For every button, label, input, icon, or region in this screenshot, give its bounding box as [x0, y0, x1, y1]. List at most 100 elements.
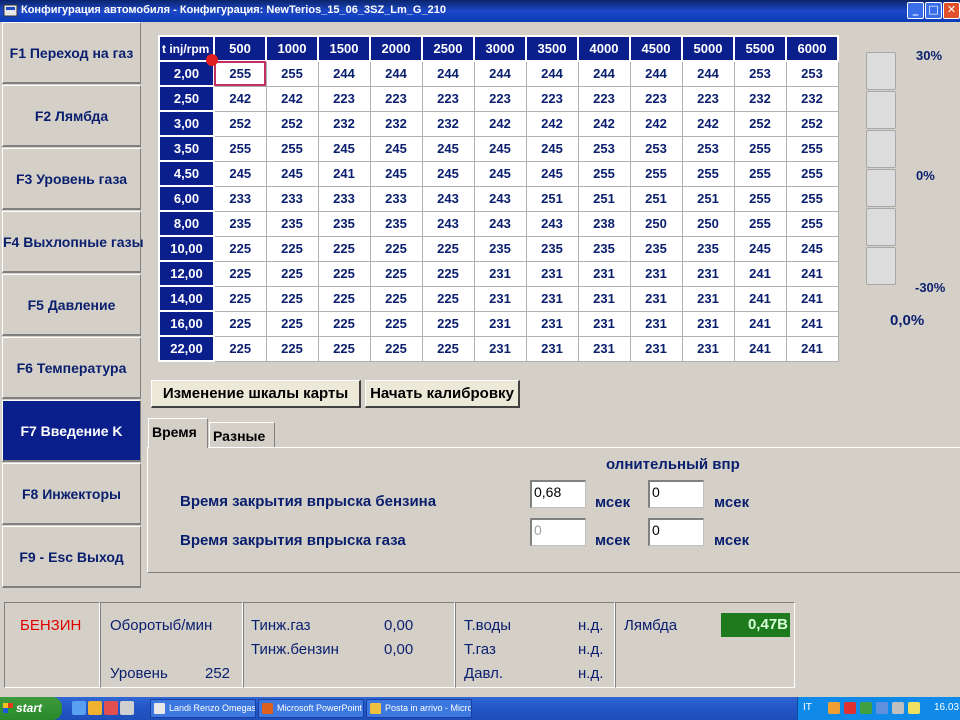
window-titlebar[interactable]: Конфигурация автомобиля - Конфигурация: … — [0, 0, 960, 22]
map-cell[interactable]: 231 — [629, 310, 683, 337]
map-cell[interactable]: 225 — [265, 285, 319, 312]
tab-misc[interactable]: Разные — [209, 422, 275, 450]
map-cell[interactable]: 244 — [681, 60, 735, 87]
map-cell[interactable]: 244 — [421, 60, 475, 87]
map-cell[interactable]: 245 — [525, 135, 579, 162]
map-cell[interactable]: 231 — [577, 285, 631, 312]
map-cell[interactable]: 252 — [265, 110, 319, 137]
map-row-header[interactable]: 2,50 — [158, 85, 215, 112]
folder-quicklaunch-icon[interactable] — [88, 701, 102, 715]
map-cell[interactable]: 243 — [421, 210, 475, 237]
map-cell[interactable]: 231 — [473, 310, 527, 337]
map-cell[interactable]: 255 — [577, 160, 631, 187]
map-column-header[interactable]: 4500 — [629, 35, 683, 62]
map-cell[interactable]: 235 — [369, 210, 423, 237]
sidebar-item-f9[interactable]: F9 - Esc Выход — [2, 526, 141, 588]
map-cell[interactable]: 235 — [681, 235, 735, 262]
map-cell[interactable]: 241 — [733, 260, 787, 287]
map-cell[interactable]: 225 — [265, 235, 319, 262]
map-cell[interactable]: 223 — [577, 85, 631, 112]
map-column-header[interactable]: 3500 — [525, 35, 579, 62]
tray-security-icon[interactable] — [908, 702, 920, 714]
tray-app-icon[interactable] — [828, 702, 840, 714]
map-row-header[interactable]: 22,00 — [158, 335, 215, 362]
map-row-header[interactable]: 10,00 — [158, 235, 215, 262]
map-cell[interactable]: 244 — [473, 60, 527, 87]
map-cell[interactable]: 255 — [213, 135, 267, 162]
map-cell[interactable]: 244 — [317, 60, 371, 87]
map-cell[interactable]: 252 — [733, 110, 787, 137]
map-cell[interactable]: 242 — [265, 85, 319, 112]
change-map-scale-button[interactable]: Изменение шкалы карты — [151, 380, 361, 408]
map-cell[interactable]: 245 — [265, 160, 319, 187]
map-cell[interactable]: 231 — [577, 260, 631, 287]
map-cell[interactable]: 241 — [733, 335, 787, 362]
map-cell[interactable]: 250 — [629, 210, 683, 237]
map-cell[interactable]: 225 — [421, 335, 475, 362]
map-cell[interactable]: 255 — [629, 160, 683, 187]
map-cell[interactable]: 245 — [785, 235, 839, 262]
sidebar-item-f5[interactable]: F5 Давление — [2, 274, 141, 336]
map-cell[interactable]: 245 — [473, 160, 527, 187]
sidebar-item-f2[interactable]: F2 Лямбда — [2, 85, 141, 147]
map-cell[interactable]: 251 — [681, 185, 735, 212]
sidebar-item-f4[interactable]: F4 Выхлопные газы — [2, 211, 144, 273]
map-cell[interactable]: 251 — [629, 185, 683, 212]
map-cell[interactable]: 231 — [681, 260, 735, 287]
map-cell[interactable]: 242 — [629, 110, 683, 137]
map-cell[interactable]: 242 — [213, 85, 267, 112]
map-cell[interactable]: 241 — [785, 310, 839, 337]
map-cell[interactable]: 223 — [473, 85, 527, 112]
map-cell[interactable]: 245 — [525, 160, 579, 187]
map-cell[interactable]: 223 — [369, 85, 423, 112]
tab-time[interactable]: Время — [148, 418, 208, 448]
tray-network-icon[interactable] — [860, 702, 872, 714]
map-cell[interactable]: 242 — [577, 110, 631, 137]
map-cell[interactable]: 243 — [473, 210, 527, 237]
map-cell[interactable]: 225 — [421, 310, 475, 337]
sidebar-item-f7[interactable]: F7 Введение K — [2, 400, 141, 462]
map-cell[interactable]: 223 — [681, 85, 735, 112]
map-cell[interactable]: 223 — [421, 85, 475, 112]
map-cell[interactable]: 231 — [473, 285, 527, 312]
map-row-header[interactable]: 12,00 — [158, 260, 215, 287]
sidebar-item-f6[interactable]: F6 Температура — [2, 337, 141, 399]
map-column-header[interactable]: 6000 — [785, 35, 839, 62]
map-cell[interactable]: 242 — [473, 110, 527, 137]
map-cell[interactable]: 231 — [473, 335, 527, 362]
map-cell[interactable]: 253 — [629, 135, 683, 162]
map-cell[interactable]: 255 — [785, 135, 839, 162]
start-button[interactable]: start — [0, 697, 62, 720]
map-cell[interactable]: 251 — [577, 185, 631, 212]
map-cell[interactable]: 245 — [369, 135, 423, 162]
map-cell[interactable]: 231 — [525, 260, 579, 287]
map-cell[interactable]: 252 — [213, 110, 267, 137]
map-cell[interactable]: 235 — [629, 235, 683, 262]
map-cell[interactable]: 244 — [629, 60, 683, 87]
map-cell[interactable]: 225 — [317, 235, 371, 262]
map-cell[interactable]: 255 — [265, 60, 319, 87]
sidebar-item-f1[interactable]: F1 Переход на газ — [2, 22, 141, 84]
map-cell[interactable]: 255 — [733, 160, 787, 187]
map-cell[interactable]: 232 — [317, 110, 371, 137]
map-cell[interactable]: 245 — [473, 135, 527, 162]
map-cell[interactable]: 225 — [317, 260, 371, 287]
map-cell[interactable]: 245 — [213, 160, 267, 187]
map-cell[interactable]: 225 — [317, 285, 371, 312]
map-cell[interactable]: 225 — [213, 310, 267, 337]
map-cell[interactable]: 223 — [317, 85, 371, 112]
map-cell[interactable]: 245 — [733, 235, 787, 262]
taskbar-item-landi[interactable]: Landi Renzo Omegas — [150, 699, 256, 718]
map-cell[interactable]: 231 — [629, 335, 683, 362]
map-cell[interactable]: 232 — [421, 110, 475, 137]
map-cell[interactable]: 238 — [577, 210, 631, 237]
tray-device-icon[interactable] — [892, 702, 904, 714]
map-cell[interactable]: 225 — [421, 260, 475, 287]
map-cell[interactable]: 225 — [369, 260, 423, 287]
map-cell[interactable]: 235 — [473, 235, 527, 262]
map-cell[interactable]: 241 — [785, 335, 839, 362]
map-cell[interactable]: 253 — [681, 135, 735, 162]
map-cell[interactable]: 253 — [733, 60, 787, 87]
taskbar-item-mail[interactable]: Posta in arrivo - Micro... — [366, 699, 472, 718]
map-cell[interactable]: 255 — [213, 60, 267, 87]
